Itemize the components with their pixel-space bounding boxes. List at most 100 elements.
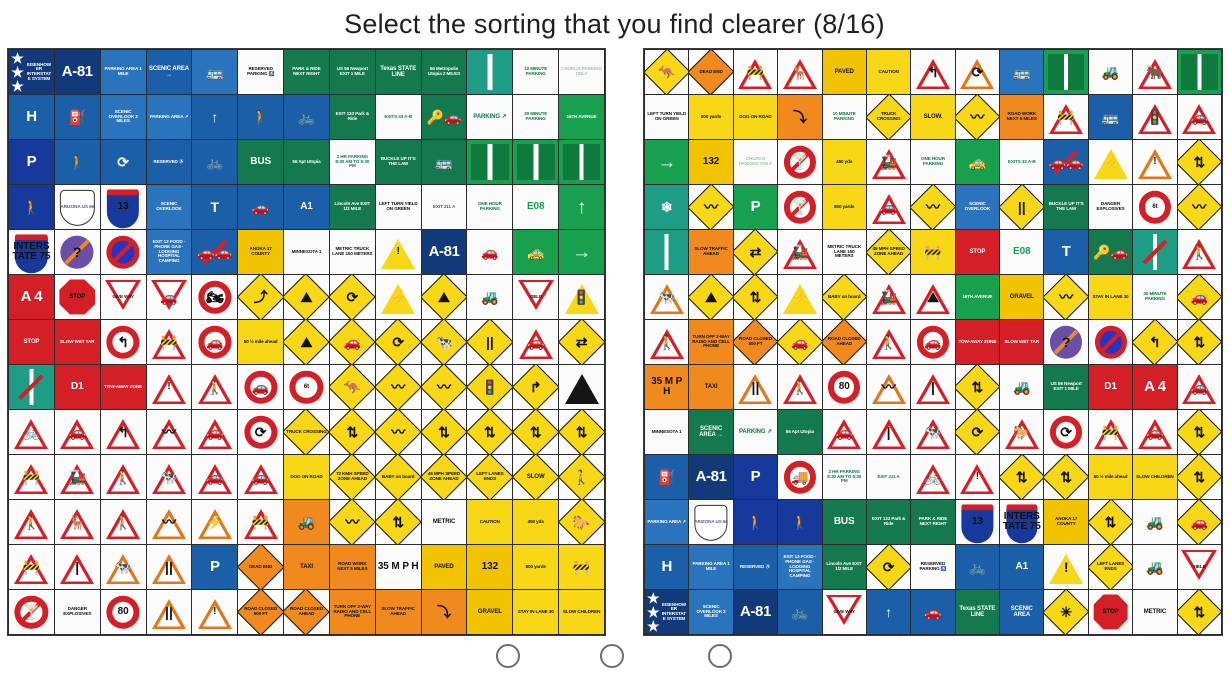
left-grid-sign-tile[interactable]: 🔑🚗 <box>421 95 467 139</box>
left-grid-sign-tile[interactable]: Texas STATE LINE <box>375 50 421 94</box>
left-grid-sign-tile[interactable] <box>467 140 513 184</box>
left-grid-sign-tile[interactable]: RESERVED ♿ <box>146 140 192 184</box>
left-grid-sign-tile[interactable]: 800 yards <box>513 545 559 589</box>
right-grid-sign-tile[interactable]: ROAD CLOSED AHEAD <box>822 320 866 364</box>
right-grid-sign-tile[interactable]: MINNESOTA 1 <box>645 410 689 454</box>
right-grid-sign-tile[interactable]: LEFT LANES ENDS <box>1088 545 1133 589</box>
right-grid-sign-tile[interactable]: ⛰ <box>689 275 733 319</box>
right-grid-sign-tile[interactable]: STAY IN LANE 30 <box>1088 275 1133 319</box>
right-grid-sign-tile[interactable]: ⇅ <box>1177 590 1221 634</box>
right-grid-sign-tile[interactable]: LEFT TURN YIELD ON GREEN <box>645 95 689 139</box>
left-grid-sign-tile[interactable]: SCENIC AREA → <box>146 50 192 94</box>
right-grid-sign-tile[interactable]: A1 <box>1000 545 1044 589</box>
left-grid-sign-tile[interactable]: LEFT TURN YIELD ON GREEN <box>375 185 421 229</box>
right-grid-sign-tile[interactable]: || <box>1000 185 1044 229</box>
left-grid-sign-tile[interactable]: TOW-AWAY ZONE <box>100 365 146 409</box>
right-grid-sign-tile[interactable]: YIELD <box>1177 545 1221 589</box>
right-grid-sign-tile[interactable]: Texas STATE LINE <box>955 590 1000 634</box>
right-grid-sign-tile[interactable]: PARKING AREA ↗ <box>645 500 689 544</box>
right-grid-sign-tile[interactable]: 🚶 <box>866 320 911 364</box>
right-grid-sign-tile[interactable]: 🦌 <box>778 50 822 94</box>
right-grid-sign-tile[interactable]: 🚧 <box>911 230 955 274</box>
right-grid-sign-tile[interactable]: 🚂 <box>866 140 911 184</box>
left-grid-sign-tile[interactable]: GIVE WAY <box>100 275 146 319</box>
right-grid-sign-tile[interactable]: ⇄ <box>733 230 778 274</box>
left-grid-sign-tile[interactable]: EXIT 13 FOOD · PHONE GAS · LODGING HOSPI… <box>146 230 192 274</box>
right-grid-sign-tile[interactable]: SCENIC OVERLOOK 2 MILES <box>689 590 733 634</box>
right-grid-sign-tile[interactable]: 〰 <box>911 185 955 229</box>
right-grid-sign-tile[interactable]: SLOW WET TAR <box>1000 320 1044 364</box>
left-grid-sign-tile[interactable]: 🚧 <box>9 545 54 589</box>
left-grid-sign-tile[interactable] <box>9 365 54 409</box>
right-grid-sign-tile[interactable]: STOP <box>955 230 1000 274</box>
right-grid-sign-tile[interactable]: D1 <box>1088 365 1133 409</box>
right-grid-sign-tile[interactable]: EXIT 211 A <box>866 455 911 499</box>
right-grid-sign-tile[interactable]: DANGER EXPLOSIVES <box>1088 185 1133 229</box>
right-grid-sign-tile[interactable]: 🚗 <box>778 320 822 364</box>
right-grid-sign-tile[interactable]: 13 <box>955 500 1000 544</box>
right-grid-sign-tile[interactable]: CHURCH PARKING ONLY <box>733 140 778 184</box>
right-grid-sign-tile[interactable]: ⇅ <box>733 275 778 319</box>
right-grid-sign-tile[interactable]: ⇅ <box>1177 320 1221 364</box>
left-grid-sign-tile[interactable]: 56 Apt Utopia <box>284 140 329 184</box>
left-grid-sign-tile[interactable]: ⇅ <box>559 410 604 454</box>
left-grid-sign-tile[interactable]: E08 <box>513 185 559 229</box>
left-grid-sign-tile[interactable]: ⚡ <box>192 500 238 544</box>
left-grid-sign-tile[interactable]: 🚌 <box>421 140 467 184</box>
left-grid-sign-tile[interactable]: 🚦 <box>559 275 604 319</box>
right-grid-sign-tile[interactable]: 🍸 <box>778 140 822 184</box>
right-grid-sign-tile[interactable]: EXIT 13 FOOD · PHONE GAS · LODGING HOSPI… <box>778 545 822 589</box>
sorting-option-a-grid[interactable]: ★ ★ ★ EISENHOWER INTERSTATE SYSTEM A-81 PAR… <box>7 48 606 636</box>
right-grid-sign-tile[interactable]: 35 M P H <box>645 365 689 409</box>
right-grid-sign-tile[interactable]: ⇅ <box>1177 410 1221 454</box>
right-grid-sign-tile[interactable]: ROAD WORK NEXT 5 MILES <box>1000 95 1044 139</box>
left-grid-sign-tile[interactable]: 🚜 <box>467 275 513 319</box>
left-grid-sign-tile[interactable]: 🚌 <box>192 50 238 94</box>
left-grid-sign-tile[interactable]: 🚗 <box>329 320 375 364</box>
left-grid-sign-tile[interactable]: P <box>192 545 238 589</box>
right-grid-sign-tile[interactable]: 56 Apt Utopia <box>778 410 822 454</box>
left-grid-sign-tile[interactable]: 450 yds <box>513 500 559 544</box>
left-grid-sign-tile[interactable]: US 56 Newport EXIT 1 MILE <box>329 50 375 94</box>
left-grid-sign-tile[interactable]: 🚗 <box>192 455 238 499</box>
left-grid-sign-tile[interactable]: ★ ★ ★ EISENHOWER INTERSTATE SYSTEM <box>9 50 54 94</box>
right-grid-sign-tile[interactable]: 30 MINUTE PARKING <box>1133 275 1177 319</box>
right-grid-sign-tile[interactable]: DEAD END <box>689 50 733 94</box>
left-grid-sign-tile[interactable]: EXIT 211 A <box>421 185 467 229</box>
right-grid-sign-tile[interactable]: ! <box>1044 545 1088 589</box>
left-grid-sign-tile[interactable]: 56 Metropolis Utopia 2 MILES <box>421 50 467 94</box>
right-grid-sign-tile[interactable]: 🚧 <box>733 50 778 94</box>
left-grid-sign-tile[interactable]: DEAD END <box>238 545 284 589</box>
left-grid-sign-tile[interactable]: 〰 <box>421 365 467 409</box>
left-grid-sign-tile[interactable]: 🚗 <box>467 230 513 274</box>
right-grid-sign-tile[interactable]: ↰ <box>1133 320 1177 364</box>
left-grid-sign-tile[interactable]: 35 M P H <box>375 545 421 589</box>
left-grid-sign-tile[interactable]: ! <box>192 590 238 634</box>
right-grid-sign-tile[interactable]: H <box>645 545 689 589</box>
right-grid-sign-tile[interactable]: PAVED <box>822 50 866 94</box>
right-grid-sign-tile[interactable]: | <box>866 410 911 454</box>
left-grid-sign-tile[interactable]: 〰 <box>375 365 421 409</box>
left-grid-sign-tile[interactable]: P <box>9 140 54 184</box>
right-grid-sign-tile[interactable]: ★ ★ ★ EISENHOWER INTERSTATE SYSTEM <box>645 590 689 634</box>
right-grid-sign-tile[interactable]: 🍸 <box>778 185 822 229</box>
right-grid-sign-tile[interactable]: 🚗 <box>1177 275 1221 319</box>
right-grid-sign-tile[interactable]: 🔑🚗 <box>1088 230 1133 274</box>
left-grid-sign-tile[interactable]: 🚗 <box>238 365 284 409</box>
right-grid-sign-tile[interactable]: RESERVED ♿ <box>733 545 778 589</box>
left-grid-sign-tile[interactable]: ARIZONA US 66 <box>54 185 100 229</box>
left-grid-sign-tile[interactable]: A1 <box>284 185 329 229</box>
left-grid-sign-tile[interactable]: ROAD CLOSED 500 FT <box>238 590 284 634</box>
right-grid-sign-tile[interactable]: 🚌 <box>1088 95 1133 139</box>
left-grid-sign-tile[interactable]: 🚶 <box>192 365 238 409</box>
left-grid-sign-tile[interactable]: ⟳ <box>238 410 284 454</box>
left-grid-sign-tile[interactable]: Lincoln Ave EXIT 1/2 MILE <box>329 185 375 229</box>
right-grid-sign-tile[interactable]: | <box>911 365 955 409</box>
right-grid-sign-tile[interactable]: SLOW. <box>911 95 955 139</box>
left-grid-sign-tile[interactable]: ⚡ <box>375 275 421 319</box>
left-grid-sign-tile[interactable]: ⟳ <box>100 140 146 184</box>
left-grid-sign-tile[interactable]: YIELD <box>513 275 559 319</box>
left-grid-sign-tile[interactable]: PAVED <box>421 545 467 589</box>
left-grid-sign-tile[interactable]: 16TH AVENUE <box>559 95 604 139</box>
right-grid-sign-tile[interactable]: SLOW CHILDREN <box>1133 455 1177 499</box>
